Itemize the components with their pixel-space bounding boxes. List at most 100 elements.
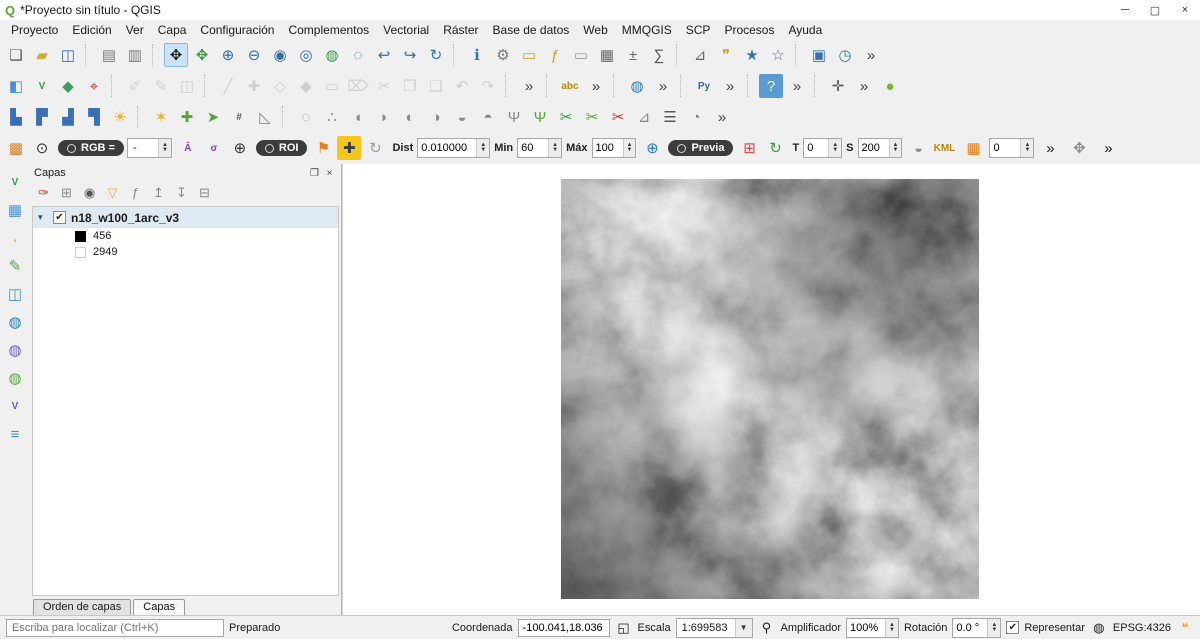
magnifier-icon[interactable]: ⚲ bbox=[758, 620, 776, 636]
cut-features-icon[interactable]: ✂ bbox=[372, 74, 396, 98]
add-wcs-layer-icon[interactable]: ◍ bbox=[3, 338, 27, 362]
spinner-arrows-icon[interactable] bbox=[1020, 139, 1033, 157]
deselect-all-icon[interactable]: ▭ bbox=[569, 43, 593, 67]
t-input[interactable] bbox=[804, 139, 828, 157]
dropdown-arrow-icon[interactable] bbox=[735, 619, 752, 637]
dist-input[interactable] bbox=[418, 139, 476, 157]
rotation-input[interactable] bbox=[953, 619, 987, 637]
modify-attributes-icon[interactable]: ▭ bbox=[320, 74, 344, 98]
previa-pill-button[interactable]: Previa bbox=[668, 140, 733, 156]
menu-complementos[interactable]: Complementos bbox=[281, 21, 376, 39]
locate-input[interactable] bbox=[6, 619, 224, 637]
menu-mmqgis[interactable]: MMQGIS bbox=[615, 21, 679, 39]
zoom-native-icon[interactable]: ◉ bbox=[268, 43, 292, 67]
scissors-red-icon[interactable]: ✂ bbox=[606, 105, 630, 129]
open-attribute-table-icon[interactable]: ▦ bbox=[595, 43, 619, 67]
kml-icon[interactable]: KML bbox=[932, 136, 956, 160]
menu-r-ster[interactable]: Ráster bbox=[436, 21, 485, 39]
add-group-icon[interactable]: ⊞ bbox=[56, 182, 77, 203]
refresh-preview-icon[interactable]: ↻ bbox=[763, 136, 787, 160]
pie-classification-icon[interactable]: ◔ bbox=[684, 105, 708, 129]
menu-web[interactable]: Web bbox=[576, 21, 614, 39]
copy-features-icon[interactable]: ❐ bbox=[398, 74, 422, 98]
render-checkbox[interactable] bbox=[1006, 621, 1019, 634]
mean-sigma-icon[interactable]: Â bbox=[176, 136, 200, 160]
band-calc-grid-icon[interactable]: # bbox=[227, 105, 251, 129]
class-grid-icon[interactable]: ▦ bbox=[961, 136, 985, 160]
menu-base-de-datos[interactable]: Base de datos bbox=[486, 21, 577, 39]
extents-icon[interactable]: ◱ bbox=[615, 620, 633, 636]
identify-features-icon[interactable]: ℹ bbox=[465, 43, 489, 67]
new-geopackage-layer-icon[interactable]: ◆ bbox=[56, 74, 80, 98]
python-console-icon[interactable]: Py bbox=[692, 74, 716, 98]
field-calculator-icon[interactable]: ± bbox=[621, 43, 645, 67]
menu-procesos[interactable]: Procesos bbox=[717, 21, 781, 39]
redo-roi-icon[interactable]: ↻ bbox=[363, 136, 387, 160]
import-signature-icon[interactable]: ◒ bbox=[450, 105, 474, 129]
add-roi-icon[interactable]: ✚ bbox=[337, 136, 361, 160]
crosshair-icon[interactable]: ✛ bbox=[826, 74, 850, 98]
redo-roi-tool-icon[interactable]: ◗ bbox=[372, 105, 396, 129]
tab-orden-de-capas[interactable]: Orden de capas bbox=[33, 599, 131, 615]
undo-icon[interactable]: ↶ bbox=[450, 74, 474, 98]
map-tips-icon[interactable]: ❞ bbox=[714, 43, 738, 67]
statistical-summary-icon[interactable]: ∑ bbox=[647, 43, 671, 67]
more-help-button[interactable]: » bbox=[785, 74, 809, 98]
refresh-map-icon[interactable]: ↻ bbox=[424, 43, 448, 67]
spinner-arrows-icon[interactable] bbox=[623, 139, 636, 157]
spinner-arrows-icon[interactable] bbox=[476, 139, 489, 157]
band-set-icon[interactable]: ▛ bbox=[30, 105, 54, 129]
combo-spinner-icon[interactable] bbox=[158, 139, 171, 157]
create-roi-icon[interactable]: ◖ bbox=[346, 105, 370, 129]
more-toolbar1-button[interactable]: » bbox=[859, 43, 883, 67]
menu-ayuda[interactable]: Ayuda bbox=[781, 21, 829, 39]
algorithm-weight-icon[interactable]: ☰ bbox=[658, 105, 682, 129]
help-icon[interactable]: ? bbox=[759, 74, 783, 98]
spectral-plot-icon[interactable]: ▜ bbox=[82, 105, 106, 129]
more-pointer-button[interactable]: » bbox=[1096, 136, 1120, 160]
menu-scp[interactable]: SCP bbox=[679, 21, 718, 39]
georeferencer-icon[interactable]: ⌖ bbox=[82, 74, 106, 98]
menu-configuraci-n[interactable]: Configuración bbox=[193, 21, 281, 39]
messages-icon[interactable]: ❝ bbox=[1176, 620, 1194, 636]
select-by-expression-icon[interactable]: ƒ bbox=[543, 43, 567, 67]
rgb-zoom-icon[interactable]: ⊙ bbox=[30, 136, 54, 160]
measure-line-icon[interactable]: ⊿ bbox=[688, 43, 712, 67]
min-input[interactable] bbox=[518, 139, 548, 157]
temporal-controller-icon[interactable]: ◷ bbox=[833, 43, 857, 67]
expand-icon[interactable]: ▾ bbox=[38, 212, 48, 223]
pointer-tools-icon[interactable]: ✥ bbox=[1067, 136, 1091, 160]
split-signature-icon[interactable]: ✂ bbox=[554, 105, 578, 129]
layer-checkbox[interactable] bbox=[53, 211, 66, 224]
manage-map-themes-icon[interactable]: ◉ bbox=[79, 182, 100, 203]
magnifier-spinbox[interactable] bbox=[846, 618, 899, 638]
count-spinbox[interactable] bbox=[989, 138, 1034, 158]
delete-roi-icon[interactable]: ◑ bbox=[424, 105, 448, 129]
zoom-out-icon[interactable]: ⊖ bbox=[242, 43, 266, 67]
more-digitizing-button[interactable]: » bbox=[517, 74, 541, 98]
t-spinbox[interactable] bbox=[803, 138, 842, 158]
toggle-editing-icon[interactable]: ✎ bbox=[149, 74, 173, 98]
rotation-spinbox[interactable] bbox=[952, 618, 1001, 638]
magnifier-input[interactable] bbox=[847, 619, 885, 637]
add-raster-layer-icon[interactable]: ▦ bbox=[3, 198, 27, 222]
scissors-green-icon[interactable]: ✂ bbox=[580, 105, 604, 129]
close-button[interactable]: × bbox=[1170, 4, 1200, 16]
more-scp-button[interactable]: » bbox=[710, 105, 734, 129]
vertex-tool-active-layer-icon[interactable]: ◆ bbox=[294, 74, 318, 98]
new-map-view-icon[interactable]: ▣ bbox=[807, 43, 831, 67]
dist-spinbox[interactable] bbox=[417, 138, 490, 158]
open-layer-styling-icon[interactable]: ✑ bbox=[33, 182, 54, 203]
download-products-icon[interactable]: ☀ bbox=[108, 105, 132, 129]
zoom-next-icon[interactable]: ↪ bbox=[398, 43, 422, 67]
zoom-full-icon[interactable]: ◎ bbox=[294, 43, 318, 67]
save-project-icon[interactable]: ◫ bbox=[56, 43, 80, 67]
save-layer-edits-icon[interactable]: ◫ bbox=[175, 74, 199, 98]
spinner-arrows-icon[interactable] bbox=[828, 139, 841, 157]
maximize-button[interactable]: ▢ bbox=[1140, 4, 1170, 17]
tab-capas[interactable]: Capas bbox=[133, 599, 185, 615]
remove-preview-icon[interactable]: ◒ bbox=[906, 136, 930, 160]
delete-selected-icon[interactable]: ⌦ bbox=[346, 74, 370, 98]
expand-all-icon[interactable]: ↥ bbox=[148, 182, 169, 203]
vertex-tool-all-layers-icon[interactable]: ◇ bbox=[268, 74, 292, 98]
